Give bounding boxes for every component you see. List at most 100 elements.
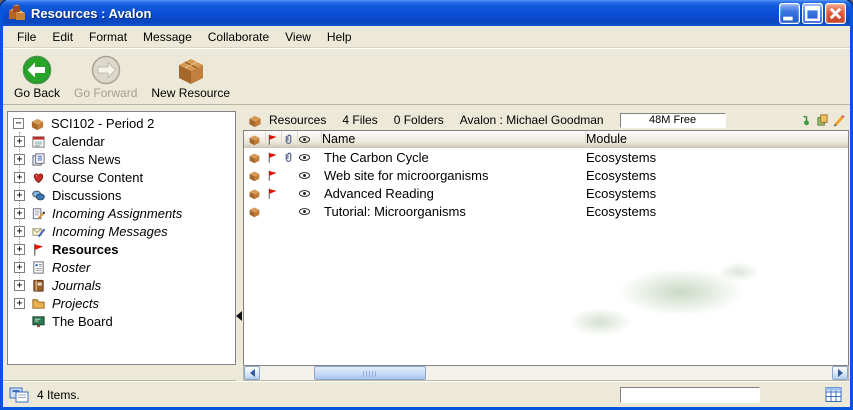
expand-icon[interactable]: + <box>14 226 25 237</box>
expand-icon[interactable]: + <box>14 136 25 147</box>
menu-view[interactable]: View <box>277 27 319 47</box>
menu-message[interactable]: Message <box>135 27 200 47</box>
server-owner: Avalon : Michael Goodman <box>460 113 604 127</box>
menubar: File Edit Format Message Collaborate Vie… <box>3 26 850 48</box>
new-resource-button[interactable]: New Resource <box>146 52 235 101</box>
close-button[interactable] <box>825 3 846 24</box>
pencil-icon[interactable] <box>832 113 845 127</box>
titlebar[interactable]: Resources : Avalon <box>3 0 850 26</box>
forward-arrow-icon <box>90 54 122 86</box>
resource-row[interactable]: Tutorial: Microorganisms Ecosystems <box>244 202 848 220</box>
flag-column-icon[interactable] <box>266 131 282 147</box>
tree-item-label: Class News <box>52 152 121 167</box>
background-watermark <box>543 247 773 347</box>
items-count-text: 4 Items. <box>37 388 80 402</box>
resource-name[interactable]: The Carbon Cycle <box>322 150 586 165</box>
menu-help[interactable]: Help <box>319 27 360 47</box>
projects-folder-icon <box>30 296 47 311</box>
tree-item-label: Discussions <box>52 188 121 203</box>
resource-row[interactable]: Web site for microorganisms Ecosystems <box>244 166 848 184</box>
left-arrow-icon <box>250 369 255 377</box>
expand-icon[interactable]: + <box>14 208 25 219</box>
statusbar: 4 Items. <box>3 381 850 407</box>
tree-root[interactable]: − SCI102 - Period 2 <box>8 114 235 132</box>
resource-name[interactable]: Advanced Reading <box>322 186 586 201</box>
collapse-panel-arrow-icon[interactable] <box>236 311 242 321</box>
folders-count: 0 Folders <box>394 113 444 127</box>
resource-name[interactable]: Web site for microorganisms <box>322 168 586 183</box>
go-forward-label: Go Forward <box>74 86 137 100</box>
resource-list: Name Module The Carbo <box>243 130 849 365</box>
status-entry-field[interactable] <box>620 387 760 403</box>
menu-edit[interactable]: Edit <box>44 27 81 47</box>
maximize-button[interactable] <box>802 3 823 24</box>
right-arrow-icon <box>838 369 843 377</box>
paperclip-column-icon[interactable] <box>282 131 298 147</box>
tree-item-label: Calendar <box>52 134 105 149</box>
board-icon <box>30 314 47 329</box>
package-column-icon[interactable] <box>248 131 266 147</box>
tree-item-label: Roster <box>52 260 90 275</box>
toolbar: Go Back Go Forward New Resource <box>3 48 850 105</box>
journal-book-icon <box>30 278 47 293</box>
tree-item-class-news[interactable]: + Class News <box>8 150 235 168</box>
tree-item-journals[interactable]: + Journals <box>8 276 235 294</box>
paperclip-icon <box>282 151 298 164</box>
tree-item-calendar[interactable]: + Calendar <box>8 132 235 150</box>
tree-item-discussions[interactable]: + Discussions <box>8 186 235 204</box>
panel-splitter[interactable] <box>236 111 243 381</box>
module-column-header[interactable]: Module <box>586 131 848 147</box>
eye-icon <box>298 151 322 164</box>
menu-collaborate[interactable]: Collaborate <box>200 27 277 47</box>
tree-item-resources[interactable]: + Resources <box>8 240 235 258</box>
package-icon <box>175 54 207 86</box>
minimize-button[interactable] <box>779 3 800 24</box>
scrollbar-thumb[interactable] <box>314 366 426 380</box>
sprout-status-icon[interactable] <box>800 113 813 127</box>
flag-icon <box>266 187 282 200</box>
back-arrow-icon <box>21 54 53 86</box>
expand-icon[interactable]: + <box>14 190 25 201</box>
menu-format[interactable]: Format <box>81 27 135 47</box>
news-icon <box>30 152 47 167</box>
tree-item-course-content[interactable]: + Course Content <box>8 168 235 186</box>
resource-name[interactable]: Tutorial: Microorganisms <box>322 204 586 219</box>
roster-icon <box>30 260 47 275</box>
resource-row[interactable]: The Carbon Cycle Ecosystems <box>244 148 848 166</box>
tree-item-label: Journals <box>52 278 101 293</box>
expand-icon[interactable]: + <box>14 172 25 183</box>
tree-item-incoming-assignments[interactable]: + Incoming Assignments <box>8 204 235 222</box>
menu-file[interactable]: File <box>9 27 44 47</box>
app-window: Resources : Avalon File Edit Format Mess… <box>0 0 853 410</box>
collapse-icon[interactable]: − <box>13 118 24 129</box>
horizontal-scrollbar[interactable] <box>243 365 849 381</box>
package-icon <box>248 151 266 164</box>
name-column-header[interactable]: Name <box>322 131 586 147</box>
package-icon <box>248 169 266 182</box>
message-pen-icon <box>30 224 47 239</box>
expand-icon[interactable]: + <box>14 154 25 165</box>
go-back-label: Go Back <box>14 86 60 100</box>
go-back-button[interactable]: Go Back <box>9 52 65 101</box>
tree-item-roster[interactable]: + Roster <box>8 258 235 276</box>
tree-item-projects[interactable]: + Projects <box>8 294 235 312</box>
view-panes-icon[interactable] <box>9 386 29 403</box>
resource-module: Ecosystems <box>586 150 848 165</box>
expand-icon[interactable]: + <box>14 280 25 291</box>
tree-item-the-board[interactable]: The Board <box>8 312 235 330</box>
list-column-header[interactable]: Name Module <box>244 131 848 148</box>
tree-item-incoming-messages[interactable]: + Incoming Messages <box>8 222 235 240</box>
expand-icon[interactable]: + <box>14 244 25 255</box>
scroll-left-button[interactable] <box>244 366 260 380</box>
go-forward-button[interactable]: Go Forward <box>69 52 142 101</box>
grid-view-icon[interactable] <box>824 386 844 403</box>
copy-pages-icon[interactable] <box>816 113 829 127</box>
course-tree-panel: − SCI102 - Period 2 + Calendar + Class N… <box>7 111 236 365</box>
flag-icon <box>266 169 282 182</box>
scroll-right-button[interactable] <box>832 366 848 380</box>
eye-column-icon[interactable] <box>298 131 322 147</box>
expand-icon[interactable]: + <box>14 262 25 273</box>
resource-row[interactable]: Advanced Reading Ecosystems <box>244 184 848 202</box>
content-panel: Resources 4 Files 0 Folders Avalon : Mic… <box>243 111 849 381</box>
expand-icon[interactable]: + <box>14 298 25 309</box>
